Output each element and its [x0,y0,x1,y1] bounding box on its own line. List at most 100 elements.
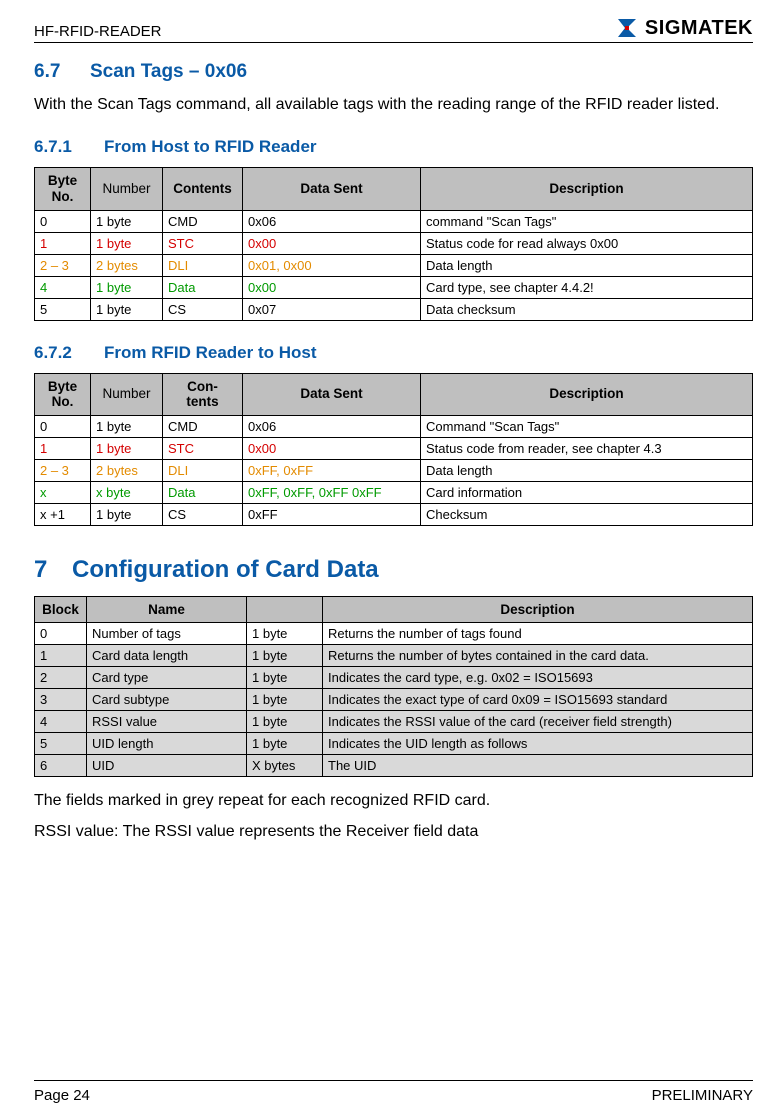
brand-text: SIGMATEK [645,17,753,40]
cell-byte: 2 – 3 [35,459,91,481]
section-title: Scan Tags – 0x06 [90,61,247,82]
note-grey-fields: The fields marked in grey repeat for eac… [34,791,753,811]
note-rssi: RSSI value: The RSSI value represents th… [34,822,753,842]
cell-data-sent: 0xFF [243,503,421,525]
col-number: Number [91,373,163,415]
subsection-title: From Host to RFID Reader [104,137,317,156]
cell-contents: Data [163,481,243,503]
cell-data-sent: 0x00 [243,232,421,254]
cell-byte: x +1 [35,503,91,525]
cell-description: Indicates the RSSI value of the card (re… [323,711,753,733]
cell-data-sent: 0x01, 0x00 [243,254,421,276]
cell-block: 3 [35,689,87,711]
cell-description: Returns the number of tags found [323,623,753,645]
table-row: 2 – 3 2 bytes DLI 0xFF, 0xFF Data length [35,459,753,481]
cell-data-sent: 0x07 [243,298,421,320]
cell-name: RSSI value [87,711,247,733]
col-block: Block [35,596,87,623]
cell-name: UID length [87,733,247,755]
col-byte-no: ByteNo. [35,168,91,210]
cell-block: 0 [35,623,87,645]
cell-data-sent: 0x00 [243,276,421,298]
cell-contents: CS [163,503,243,525]
table-card-data-config: Block Name Description 0 Number of tags … [34,596,753,778]
cell-description: Checksum [421,503,753,525]
col-description: Description [421,373,753,415]
page-header: HF-RFID-READER SIGMATEK [34,16,753,43]
cell-data-sent: 0x06 [243,210,421,232]
cell-contents: STC [163,437,243,459]
col-byte-no: ByteNo. [35,373,91,415]
cell-description: Command "Scan Tags" [421,415,753,437]
cell-number: 1 byte [91,276,163,298]
cell-size: 1 byte [247,645,323,667]
brand-logo: SIGMATEK [615,16,753,40]
cell-description: Data checksum [421,298,753,320]
cell-description: Status code for read always 0x00 [421,232,753,254]
cell-contents: CMD [163,415,243,437]
table-row: x x byte Data 0xFF, 0xFF, 0xFF 0xFF Card… [35,481,753,503]
cell-name: Number of tags [87,623,247,645]
cell-contents: DLI [163,459,243,481]
table-row: 2 – 3 2 bytes DLI 0x01, 0x00 Data length [35,254,753,276]
table-row: 5 UID length 1 byte Indicates the UID le… [35,733,753,755]
cell-description: The UID [323,755,753,777]
subsection-6-7-1-heading: 6.7.1From Host to RFID Reader [34,137,753,157]
cell-contents: Data [163,276,243,298]
cell-description: Data length [421,459,753,481]
subsection-title: From RFID Reader to Host [104,343,317,362]
cell-description: Card information [421,481,753,503]
cell-size: X bytes [247,755,323,777]
sigma-icon [615,16,639,40]
cell-block: 6 [35,755,87,777]
cell-byte: 0 [35,415,91,437]
table-row: 3 Card subtype 1 byte Indicates the exac… [35,689,753,711]
cell-description: command "Scan Tags" [421,210,753,232]
table-row: 1 1 byte STC 0x00 Status code for read a… [35,232,753,254]
footer-page: Page 24 [34,1087,90,1104]
cell-byte: 2 – 3 [35,254,91,276]
table-row: 6 UID X bytes The UID [35,755,753,777]
subsection-number: 6.7.2 [34,343,104,363]
cell-number: 1 byte [91,210,163,232]
table-row: 5 1 byte CS 0x07 Data checksum [35,298,753,320]
cell-size: 1 byte [247,733,323,755]
table-host-to-reader: ByteNo. Number Contents Data Sent Descri… [34,167,753,320]
cell-description: Indicates the exact type of card 0x09 = … [323,689,753,711]
table-row: 2 Card type 1 byte Indicates the card ty… [35,667,753,689]
col-description: Description [323,596,753,623]
cell-number: 2 bytes [91,254,163,276]
col-name: Name [87,596,247,623]
col-size [247,596,323,623]
cell-contents: CMD [163,210,243,232]
cell-block: 2 [35,667,87,689]
cell-block: 4 [35,711,87,733]
chapter-number: 7 [34,556,72,584]
cell-number: 1 byte [91,503,163,525]
header-left: HF-RFID-READER [34,23,162,40]
cell-name: Card data length [87,645,247,667]
table-reader-to-host: ByteNo. Number Con-tents Data Sent Descr… [34,373,753,526]
col-contents: Contents [163,168,243,210]
cell-byte: 1 [35,232,91,254]
cell-number: 1 byte [91,437,163,459]
cell-description: Returns the number of bytes contained in… [323,645,753,667]
cell-name: Card subtype [87,689,247,711]
cell-number: x byte [91,481,163,503]
cell-byte: 1 [35,437,91,459]
cell-byte: 0 [35,210,91,232]
cell-byte: 5 [35,298,91,320]
cell-description: Indicates the card type, e.g. 0x02 = ISO… [323,667,753,689]
cell-size: 1 byte [247,689,323,711]
cell-description: Indicates the UID length as follows [323,733,753,755]
cell-description: Status code from reader, see chapter 4.3 [421,437,753,459]
table-row: 4 RSSI value 1 byte Indicates the RSSI v… [35,711,753,733]
cell-description: Card type, see chapter 4.4.2! [421,276,753,298]
col-contents: Con-tents [163,373,243,415]
cell-contents: DLI [163,254,243,276]
cell-number: 2 bytes [91,459,163,481]
cell-number: 1 byte [91,298,163,320]
section-6-7-heading: 6.7Scan Tags – 0x06 [34,61,753,83]
col-number: Number [91,168,163,210]
chapter-7-heading: 7Configuration of Card Data [34,556,753,584]
